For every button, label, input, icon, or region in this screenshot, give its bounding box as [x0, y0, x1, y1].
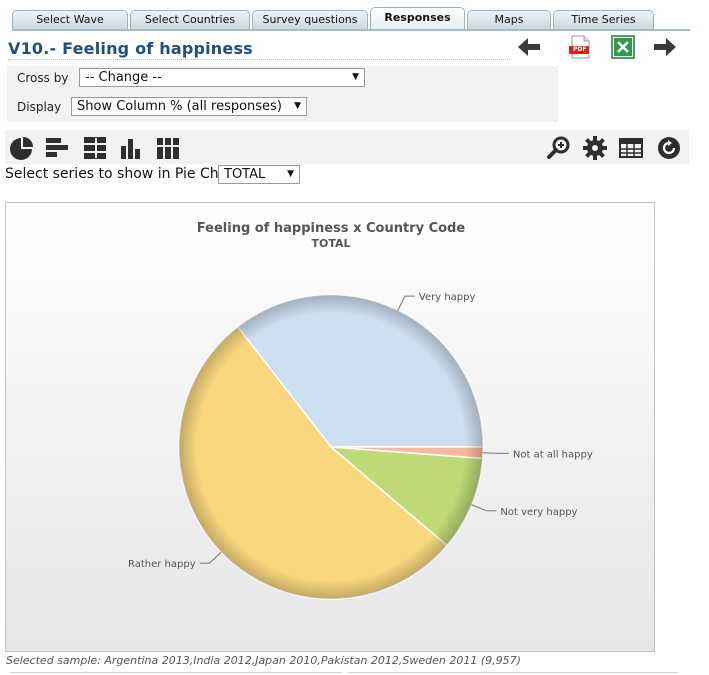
chevron-down-icon: ▼: [287, 169, 294, 179]
settings-icon[interactable]: [583, 136, 607, 160]
excel-icon[interactable]: [610, 35, 636, 59]
pie-label-connector: [397, 295, 415, 311]
tab-maps[interactable]: Maps: [467, 10, 551, 29]
chart-title: Feeling of happiness x Country Code: [197, 221, 466, 236]
pie-slice-label: Not very happy: [500, 507, 577, 518]
cross-by-select[interactable]: -- Change -- ▼: [79, 68, 365, 87]
pie-chart: Feeling of happiness x Country Code TOTA…: [128, 221, 593, 600]
pie-label-connector: [199, 551, 222, 564]
selected-sample-note: Selected sample: Argentina 2013,India 20…: [6, 654, 521, 667]
pie-slice-label: Rather happy: [128, 559, 196, 570]
tab-bar: Select Wave Select Countries Survey ques…: [12, 7, 690, 30]
tab-bar-underline: [12, 29, 690, 31]
pie-slice-label: Very happy: [419, 292, 476, 303]
pie-chart-icon[interactable]: [10, 136, 34, 160]
stacked-column-chart-icon[interactable]: [156, 136, 180, 160]
tab-time-series[interactable]: Time Series: [553, 10, 654, 29]
page-title: V10.- Feeling of happiness: [8, 39, 510, 60]
pie-chart-container: Feeling of happiness x Country Code TOTA…: [5, 202, 655, 652]
pdf-icon[interactable]: PDF: [567, 35, 593, 59]
horizontal-bar-icon[interactable]: [45, 136, 69, 160]
display-value: Show Column % (all responses): [77, 99, 282, 114]
cross-by-label: Cross by: [17, 71, 69, 85]
series-select-row: Select series to show in Pie Chart: [5, 166, 238, 182]
column-chart-icon[interactable]: [120, 136, 144, 160]
series-select-label: Select series to show in Pie Chart: [5, 166, 239, 182]
tab-survey-questions[interactable]: Survey questions: [252, 10, 368, 29]
tab-responses[interactable]: Responses: [370, 7, 465, 30]
chart-toolbar: [5, 130, 689, 164]
chevron-down-icon: ▼: [352, 72, 359, 82]
pdf-icon-text: PDF: [573, 46, 587, 53]
arrow-left-icon[interactable]: [516, 35, 542, 59]
stacked-horizontal-bar-icon[interactable]: [83, 136, 107, 160]
series-select-value: TOTAL: [224, 167, 266, 182]
tab-select-countries[interactable]: Select Countries: [130, 10, 250, 29]
tab-select-wave[interactable]: Select Wave: [12, 10, 128, 29]
zoom-icon[interactable]: [547, 136, 571, 160]
series-select[interactable]: TOTAL ▼: [218, 165, 300, 184]
table-icon[interactable]: [619, 136, 643, 160]
refresh-icon[interactable]: [657, 136, 681, 160]
options-panel: Cross by -- Change -- ▼ Display Show Col…: [7, 66, 558, 122]
pie-label-connector: [482, 452, 509, 454]
arrow-right-icon[interactable]: [652, 35, 678, 59]
chevron-down-icon: ▼: [294, 101, 301, 111]
display-label: Display: [17, 100, 62, 114]
pie-label-connector: [471, 504, 497, 512]
chart-subtitle: TOTAL: [311, 237, 350, 250]
cross-by-value: -- Change --: [85, 70, 162, 85]
pie-slice-label: Not at all happy: [513, 449, 593, 460]
display-select[interactable]: Show Column % (all responses) ▼: [71, 97, 307, 116]
